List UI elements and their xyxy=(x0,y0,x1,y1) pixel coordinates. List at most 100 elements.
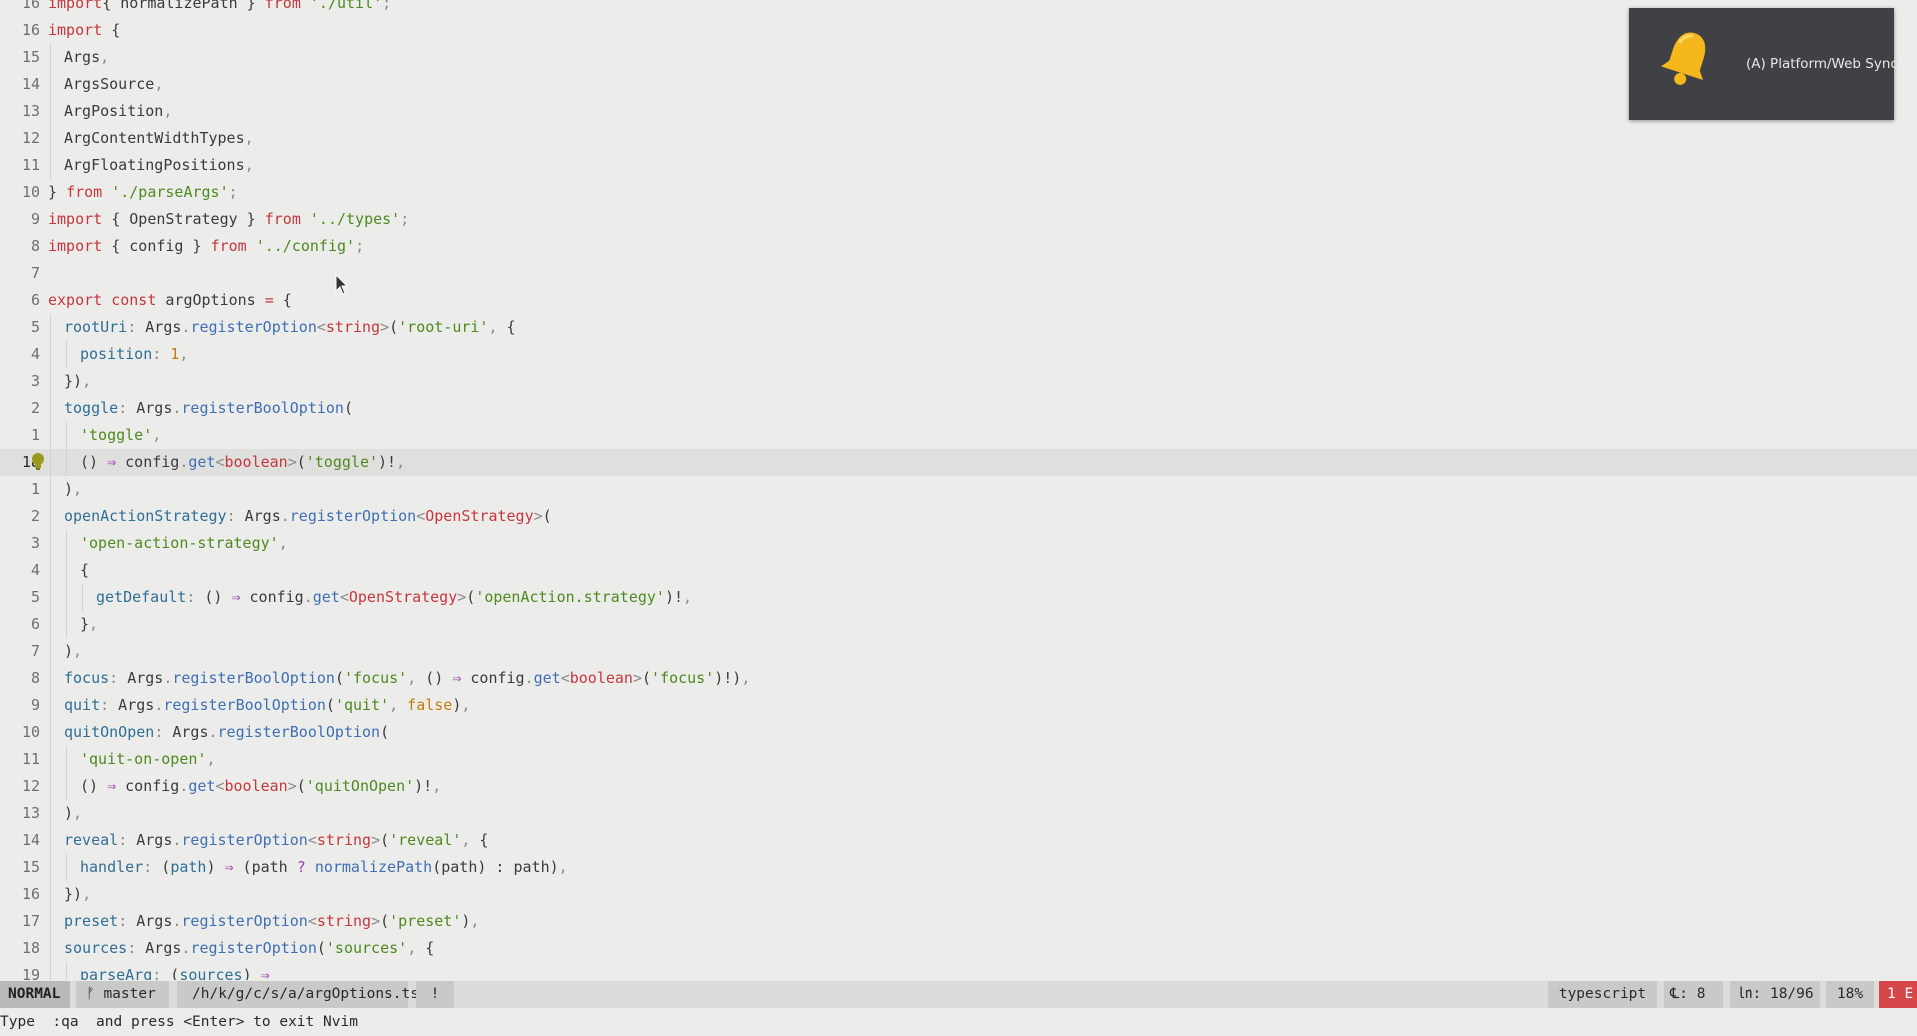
code-line[interactable]: 2 openActionStrategy: Args.registerOption… xyxy=(0,503,1917,530)
code-line[interactable]: 10 quitOnOpen: Args.registerBoolOption( xyxy=(0,719,1917,746)
line-number: 4 xyxy=(30,561,40,579)
code-token: import xyxy=(48,0,103,12)
code-token: : xyxy=(127,939,137,957)
code-editor[interactable]: 16 import{ normalizePath } from './util';… xyxy=(0,0,1917,980)
code-line[interactable]: 4 position: 1, xyxy=(0,341,1917,368)
command-line[interactable]: Type :qa and press <Enter> to exit Nvim xyxy=(0,1010,358,1034)
scroll-percent: 18% xyxy=(1826,981,1874,1008)
line-number: 9 xyxy=(30,696,40,714)
code-line[interactable]: 12 () ⇒ config.get<boolean>('quitOnOpen')… xyxy=(0,773,1917,800)
code-token: string xyxy=(316,831,372,849)
code-token: registerBoolOption xyxy=(181,399,344,417)
code-line[interactable]: 11 'quit-on-open', xyxy=(0,746,1917,773)
code-token: > xyxy=(371,912,381,930)
code-token: 1 xyxy=(161,345,180,363)
line-number: 18 xyxy=(21,939,40,957)
code-text: reveal: Args.registerOption<string>('rev… xyxy=(64,827,488,854)
code-token: ; xyxy=(400,210,410,228)
code-token: { xyxy=(470,831,489,849)
code-text: 'toggle', xyxy=(80,422,161,449)
line-number: 12 xyxy=(21,777,40,795)
code-line[interactable]: 7 xyxy=(0,260,1917,287)
code-token: sources xyxy=(179,966,243,980)
code-line[interactable]: 18 sources: Args.registerOption('sources'… xyxy=(0,935,1917,962)
indent-guide xyxy=(50,827,51,854)
code-token: export const xyxy=(48,291,157,309)
code-token: ) xyxy=(242,966,261,980)
code-text: openActionStrategy: Args.registerOption<… xyxy=(64,503,552,530)
code-line[interactable]: 8 focus: Args.registerBoolOption('focus',… xyxy=(0,665,1917,692)
code-token: ( xyxy=(296,453,306,471)
code-line[interactable]: 9 import { OpenStrategy } from '../types'… xyxy=(0,206,1917,233)
code-line[interactable]: 3 'open-action-strategy', xyxy=(0,530,1917,557)
code-line[interactable]: 17 preset: Args.registerOption<string>('p… xyxy=(0,908,1917,935)
code-line[interactable]: 13), xyxy=(0,800,1917,827)
code-token: : xyxy=(226,507,236,525)
code-token: ) xyxy=(206,858,225,876)
indent-guide xyxy=(66,341,67,368)
file-type: typescript xyxy=(1548,981,1657,1008)
code-text: rootUri: Args.registerOption<string>('ro… xyxy=(64,314,516,341)
line-number: 16 xyxy=(21,21,40,39)
code-line[interactable]: 8 import { config } from '../config'; xyxy=(0,233,1917,260)
indent-guide xyxy=(66,557,67,584)
code-line[interactable]: 12 ArgContentWidthTypes, xyxy=(0,125,1917,152)
indent-guide xyxy=(50,611,51,638)
code-line[interactable]: 7), xyxy=(0,638,1917,665)
code-line[interactable]: 9 quit: Args.registerBoolOption('quit', f… xyxy=(0,692,1917,719)
code-line[interactable]: 18() ⇒ config.get<boolean>('toggle')!, xyxy=(0,449,1917,476)
code-token: ( xyxy=(380,723,390,741)
code-line[interactable]: 3}), xyxy=(0,368,1917,395)
code-token: ? xyxy=(296,858,306,876)
indent-guide xyxy=(50,152,51,179)
lightbulb-icon[interactable] xyxy=(31,453,45,471)
code-line[interactable]: 5 rootUri: Args.registerOption<string>('r… xyxy=(0,314,1917,341)
code-line[interactable]: 1 'toggle', xyxy=(0,422,1917,449)
code-token: < xyxy=(215,777,225,795)
indent-guide xyxy=(66,854,67,881)
code-token: 'quit' xyxy=(334,696,390,714)
indent-guide xyxy=(82,584,83,611)
code-line[interactable]: 6 export const argOptions = { xyxy=(0,287,1917,314)
code-token: = xyxy=(264,291,274,309)
code-token: }) xyxy=(64,372,83,390)
branch-name: master xyxy=(103,986,156,1002)
code-token: openActionStrategy xyxy=(64,507,227,525)
code-token: import xyxy=(48,21,103,39)
code-text: { xyxy=(80,557,89,584)
code-line[interactable]: 5 getDefault: () ⇒ config.get<OpenStrateg… xyxy=(0,584,1917,611)
code-token: get xyxy=(188,453,216,471)
code-text: export const argOptions = { xyxy=(48,287,292,314)
code-line[interactable]: 1), xyxy=(0,476,1917,503)
code-line[interactable]: 11 ArgFloatingPositions, xyxy=(0,152,1917,179)
indent-guide xyxy=(50,692,51,719)
code-line[interactable]: 19 parseArg: (sources) ⇒ xyxy=(0,962,1917,980)
code-text: getDefault: () ⇒ config.get<OpenStrategy… xyxy=(96,584,692,611)
code-token: from xyxy=(264,210,301,228)
code-token: Args xyxy=(64,48,101,66)
code-token: < xyxy=(307,831,317,849)
line-number: 3 xyxy=(30,534,40,552)
code-text: } from './parseArgs'; xyxy=(48,179,238,206)
code-token: > xyxy=(533,507,543,525)
code-token: ( xyxy=(466,588,476,606)
code-token: . xyxy=(280,507,290,525)
indent-guide xyxy=(50,854,51,881)
indent-guide xyxy=(66,422,67,449)
code-token: . xyxy=(154,696,164,714)
code-token: registerBoolOption xyxy=(163,696,326,714)
code-token: ( xyxy=(152,858,171,876)
code-line[interactable]: 2 toggle: Args.registerBoolOption( xyxy=(0,395,1917,422)
code-line[interactable]: 4{ xyxy=(0,557,1917,584)
bell-icon xyxy=(1661,32,1706,85)
code-token: 'quitOnOpen' xyxy=(305,777,415,795)
code-token: quitOnOpen xyxy=(64,723,155,741)
code-token: { xyxy=(416,939,435,957)
code-line[interactable]: 14 reveal: Args.registerOption<string>('r… xyxy=(0,827,1917,854)
code-line[interactable]: 10} from './parseArgs'; xyxy=(0,179,1917,206)
code-line[interactable]: 15 handler: (path) ⇒ (path ? normalizePat… xyxy=(0,854,1917,881)
notification-toast[interactable]: (A) Platform/Web Sync xyxy=(1629,8,1898,120)
code-line[interactable]: 6}, xyxy=(0,611,1917,638)
code-line[interactable]: 16}), xyxy=(0,881,1917,908)
line-number: 14 xyxy=(21,75,40,93)
